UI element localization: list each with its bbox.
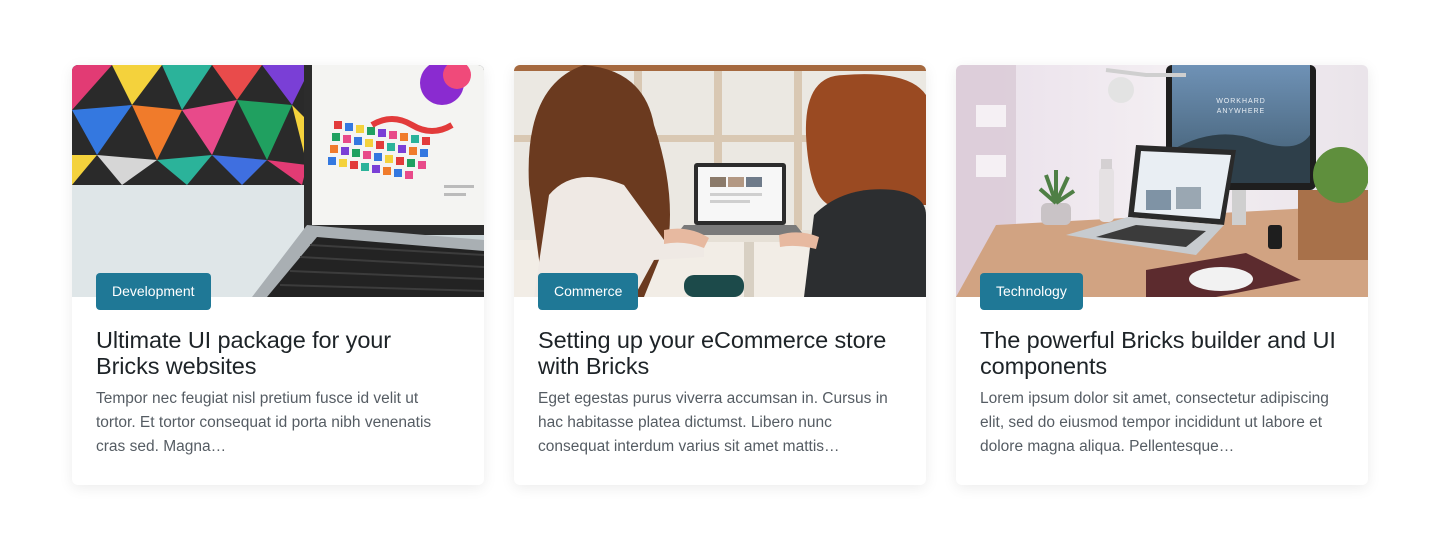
post-body: Ultimate UI package for your Bricks webs… bbox=[72, 297, 484, 459]
post-grid: Development Ultimate UI package for your… bbox=[72, 65, 1368, 485]
post-image[interactable] bbox=[72, 65, 484, 297]
anywhere-screen-text: ANYWHERE bbox=[1217, 108, 1265, 115]
workhard-screen-text: WORKHARD bbox=[1216, 98, 1266, 105]
post-card[interactable]: Development Ultimate UI package for your… bbox=[72, 65, 484, 485]
laptop-colorful-design-photo bbox=[72, 65, 484, 297]
post-body: Setting up your eCommerce store with Bri… bbox=[514, 297, 926, 459]
category-tag[interactable]: Development bbox=[96, 273, 211, 310]
two-women-laptop-photo bbox=[514, 65, 926, 297]
post-image[interactable] bbox=[514, 65, 926, 297]
post-title[interactable]: Ultimate UI package for your Bricks webs… bbox=[96, 327, 460, 379]
post-excerpt: Tempor nec feugiat nisl pretium fusce id… bbox=[96, 390, 432, 455]
post-title[interactable]: Setting up your eCommerce store with Bri… bbox=[538, 327, 902, 379]
post-excerpt: Lorem ipsum dolor sit amet, consectetur … bbox=[980, 390, 1329, 455]
post-body: The powerful Bricks builder and UI compo… bbox=[956, 297, 1368, 459]
category-tag[interactable]: Technology bbox=[980, 273, 1083, 310]
post-card[interactable]: Commerce Setting up your eCommerce store… bbox=[514, 65, 926, 485]
post-image[interactable]: WORKHARD ANYWHERE bbox=[956, 65, 1368, 297]
desk-workspace-photo: WORKHARD ANYWHERE bbox=[956, 65, 1368, 297]
post-card[interactable]: WORKHARD ANYWHERE Technology The powerfu… bbox=[956, 65, 1368, 485]
post-title[interactable]: The powerful Bricks builder and UI compo… bbox=[980, 327, 1344, 379]
category-tag[interactable]: Commerce bbox=[538, 273, 639, 310]
post-excerpt: Eget egestas purus viverra accumsan in. … bbox=[538, 390, 888, 455]
